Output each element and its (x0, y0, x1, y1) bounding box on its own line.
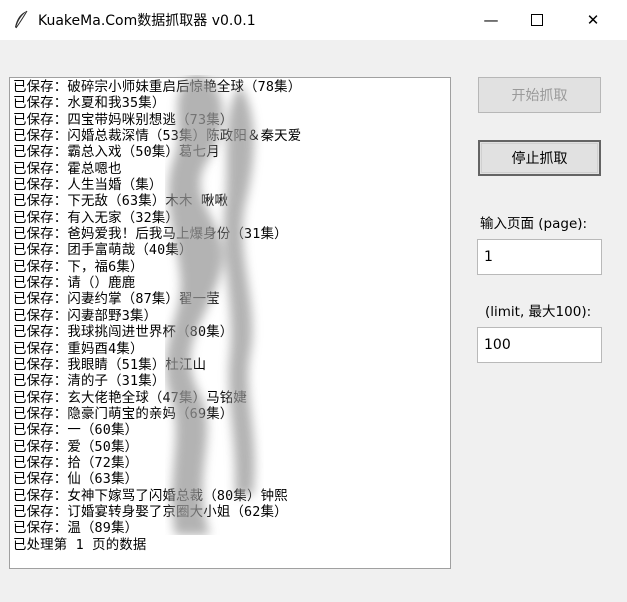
log-line: 已保存：四宝带妈咪别想逃（73集） (13, 112, 234, 128)
maximize-button[interactable] (514, 0, 560, 40)
log-line: 已保存：我眼睛（51集）杜江山 (13, 357, 207, 373)
log-line: 已保存：仙（63集） (13, 472, 139, 488)
log-line: 已保存：霸总入戏（50集）葛七月 (13, 145, 220, 161)
log-line: 已保存：爸妈爱我！后我马上爆身份（31集） (13, 227, 288, 243)
page-label: 输入页面 (page): (480, 216, 588, 232)
log-line: 已保存：一（60集） (13, 423, 139, 439)
log-line: 已保存：闪婚总裁深情（53集）陈政阳＆秦天爱 (13, 129, 302, 145)
feather-icon (15, 10, 28, 29)
log-line: 已保存：清的子（31集） (13, 374, 166, 390)
title-bar: KuakeMa.Com数据抓取器 v0.0.1 — ✕ (0, 0, 627, 40)
log-line: 已保存：女神下嫁骂了闪婚总裁（80集）钟熙 (13, 488, 288, 504)
log-textbox[interactable]: 已保存：破碎宗小师妹重启后惊艳全球（78集） 已保存：水夏和我35集） 已保存：四宝… (9, 77, 451, 569)
minimize-icon: — (483, 11, 499, 29)
start-button[interactable]: 开始抓取 (478, 77, 601, 113)
log-line: 已保存：请（）鹿鹿 (13, 276, 136, 292)
maximize-icon (531, 14, 543, 26)
window-title: KuakeMa.Com数据抓取器 v0.0.1 (38, 13, 256, 29)
page-input[interactable] (477, 239, 602, 275)
log-line: 已保存：水夏和我35集） (13, 96, 166, 112)
log-line: 已处理第 1 页的数据 (13, 537, 147, 553)
minimize-button[interactable]: — (468, 0, 514, 40)
log-line: 已保存：下，福6集） (13, 259, 144, 275)
log-line: 已保存：闪妻约掌（87集）翟一莹 (13, 292, 220, 308)
log-line: 已保存：订婚宴转身娶了京圈大小姐（62集） (13, 504, 288, 520)
close-icon: ✕ (586, 11, 600, 29)
stop-button[interactable]: 停止抓取 (478, 140, 601, 176)
log-line: 已保存：有入无家（32集） (13, 210, 180, 226)
log-line: 已保存：爱（50集） (13, 439, 139, 455)
log-line: 已保存：温（89集） (13, 521, 139, 537)
limit-input[interactable] (477, 327, 602, 363)
log-line: 已保存：破碎宗小师妹重启后惊艳全球（78集） (13, 80, 302, 95)
log-line: 已保存：团手富萌哉（40集） (13, 243, 193, 259)
limit-label: (limit, 最大100): (485, 304, 592, 320)
log-line: 已保存：下无敌（63集）木木 啾啾 (13, 194, 229, 210)
log-line: 已保存：霍总嗯也 (13, 161, 122, 177)
log-line: 已保存：我球挑闯进世界杯（80集） (13, 325, 234, 341)
log-line: 已保存：拾（72集） (13, 455, 139, 471)
log-line: 已保存：重妈酉4集） (13, 341, 144, 357)
log-line: 已保存：玄大佬艳全球（47集）马铭婕 (13, 390, 247, 406)
log-line: 已保存：闪妻部野3集） (13, 308, 158, 324)
log-line: 已保存：人生当婚（集） (13, 178, 163, 194)
close-button[interactable]: ✕ (570, 0, 616, 40)
log-line: 已保存：隐豪门萌宝的亲妈（69集） (13, 406, 234, 422)
